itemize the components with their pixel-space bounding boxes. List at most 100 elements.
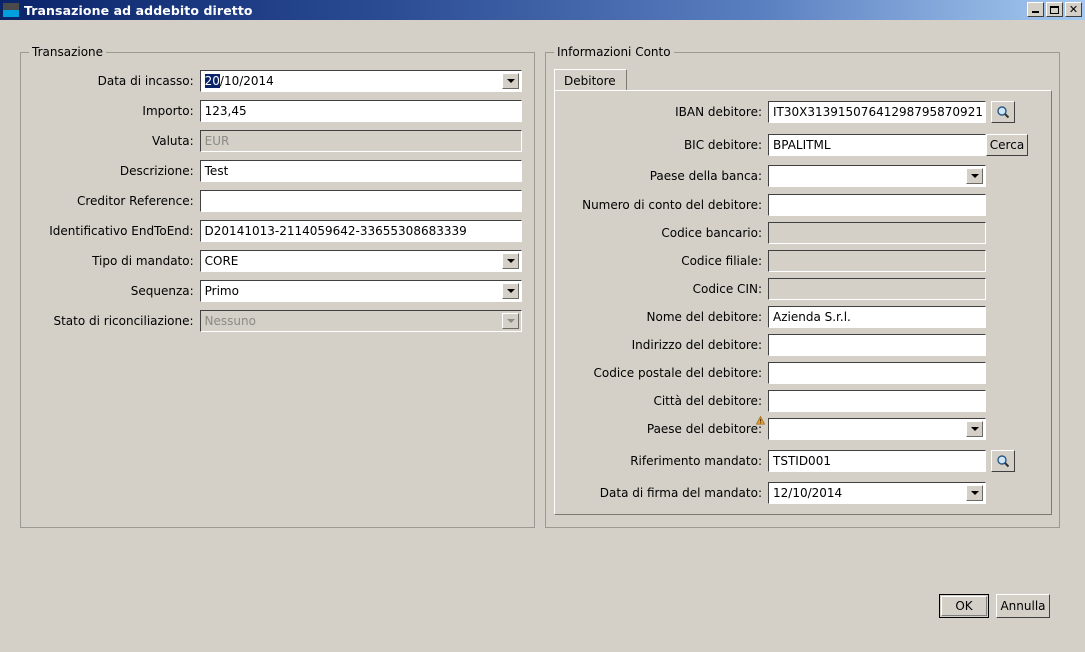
input-identificativo-endtoend[interactable]: D20141013-2114059642-33655308683339 — [199, 220, 522, 242]
input-sequenza[interactable]: Primo — [199, 280, 522, 302]
label-numero-di-conto: Numero di conto del debitore: — [582, 198, 762, 212]
close-button[interactable]: ✕ — [1065, 2, 1082, 17]
chevron-down-icon[interactable] — [502, 283, 519, 299]
label-tipo-di-mandato: Tipo di mandato: — [92, 254, 194, 268]
row-nome-del-debitore: Nome del debitore: Azienda S.r.l. — [556, 306, 986, 328]
label-codice-postale: Codice postale del debitore: — [593, 366, 762, 380]
window-titlebar[interactable]: Transazione ad addebito diretto ✕ — [0, 0, 1085, 20]
cancel-button[interactable]: Annulla — [996, 594, 1050, 618]
input-data-di-firma[interactable]: 12/10/2014 — [768, 482, 986, 504]
input-numero-di-conto[interactable] — [768, 194, 986, 216]
input-tipo-di-mandato-text: CORE — [204, 254, 239, 268]
label-citta-del-debitore: Città del debitore: — [653, 394, 762, 408]
row-bic-debitore: BIC debitore: BPALITML — [556, 134, 986, 156]
row-codice-postale: Codice postale del debitore: — [546, 362, 986, 384]
input-codice-cin — [768, 278, 986, 300]
tabstrip: Debitore — [554, 69, 1052, 91]
row-riferimento-mandato: Riferimento mandato: TSTID001 — [556, 450, 986, 472]
transazione-panel-legend: Transazione — [29, 45, 107, 59]
warning-icon — [756, 416, 765, 425]
input-codice-bancario — [768, 222, 986, 244]
row-citta-del-debitore: Città del debitore: — [556, 390, 986, 412]
label-descrizione: Descrizione: — [119, 164, 194, 178]
label-indirizzo-del-debitore: Indirizzo del debitore: — [631, 338, 762, 352]
minimize-button[interactable] — [1027, 2, 1044, 17]
label-bic-debitore: BIC debitore: — [683, 138, 762, 152]
row-valuta: Valuta: EUR — [30, 130, 522, 152]
input-tipo-di-mandato[interactable]: CORE — [199, 250, 522, 272]
input-creditor-reference[interactable] — [199, 190, 522, 212]
label-paese-della-banca: Paese della banca: — [649, 169, 762, 183]
input-sequenza-text: Primo — [204, 284, 239, 298]
label-identificativo-endtoend: Identificativo EndToEnd: — [49, 224, 194, 238]
input-bic-debitore[interactable]: BPALITML — [768, 134, 986, 156]
row-creditor-reference: Creditor Reference: — [30, 190, 522, 212]
tab-debitore[interactable]: Debitore — [554, 69, 627, 91]
label-riferimento-mandato: Riferimento mandato: — [630, 454, 762, 468]
row-descrizione: Descrizione: Test — [30, 160, 522, 182]
label-valuta: Valuta: — [151, 134, 194, 148]
label-sequenza: Sequenza: — [130, 284, 194, 298]
input-paese-della-banca-text — [769, 166, 966, 186]
row-importo: Importo: 123,45 — [30, 100, 522, 122]
label-codice-bancario: Codice bancario: — [661, 226, 762, 240]
input-stato-di-riconciliazione-text: Nessuno — [204, 314, 256, 328]
input-citta-del-debitore[interactable] — [768, 390, 986, 412]
informazioni-conto-panel-legend: Informazioni Conto — [554, 45, 674, 59]
row-sequenza: Sequenza: Primo — [30, 280, 522, 302]
ok-button-label: OK — [941, 596, 987, 616]
input-descrizione[interactable]: Test — [199, 160, 522, 182]
row-data-di-incasso: Data di incasso: 20/10/2014 — [30, 70, 522, 92]
input-stato-di-riconciliazione: Nessuno — [199, 310, 522, 332]
label-data-di-firma: Data di firma del mandato: — [599, 486, 762, 500]
input-data-di-firma-text: 12/10/2014 — [773, 486, 843, 500]
row-identificativo-endtoend: Identificativo EndToEnd: D20141013-21140… — [12, 220, 522, 242]
input-valuta: EUR — [199, 130, 522, 152]
search-icon — [997, 106, 1010, 119]
row-codice-cin: Codice CIN: — [556, 278, 986, 300]
mandato-search-button[interactable] — [991, 450, 1015, 472]
row-indirizzo-del-debitore: Indirizzo del debitore: — [556, 334, 986, 356]
chevron-down-icon[interactable] — [966, 421, 983, 437]
data-di-incasso-rest: /10/2014 — [219, 74, 274, 88]
input-paese-del-debitore[interactable] — [768, 418, 986, 440]
label-importo: Importo: — [142, 104, 194, 118]
input-importo[interactable]: 123,45 — [199, 100, 522, 122]
label-paese-del-debitore: Paese del debitore: — [646, 422, 762, 436]
maximize-button[interactable] — [1046, 2, 1063, 17]
chevron-down-icon[interactable] — [966, 485, 983, 501]
input-riferimento-mandato[interactable]: TSTID001 — [768, 450, 986, 472]
label-creditor-reference: Creditor Reference: — [76, 194, 194, 208]
row-numero-di-conto: Numero di conto del debitore: — [546, 194, 986, 216]
window-controls: ✕ — [1027, 2, 1082, 17]
input-iban-debitore[interactable]: IT30X31391507641298795870921 — [768, 101, 986, 123]
input-paese-della-banca[interactable] — [768, 165, 986, 187]
row-tipo-di-mandato: Tipo di mandato: CORE — [30, 250, 522, 272]
input-data-di-incasso[interactable]: 20/10/2014 — [199, 70, 522, 92]
chevron-down-icon[interactable] — [502, 73, 519, 89]
data-di-incasso-selection: 20 — [204, 74, 220, 88]
label-iban-debitore: IBAN debitore: — [675, 105, 762, 119]
input-nome-del-debitore[interactable]: Azienda S.r.l. — [768, 306, 986, 328]
input-data-di-incasso-text: 20/10/2014 — [201, 71, 502, 91]
app-icon — [3, 3, 19, 17]
chevron-down-icon[interactable] — [502, 253, 519, 269]
iban-search-button[interactable] — [991, 101, 1015, 123]
input-indirizzo-del-debitore[interactable] — [768, 334, 986, 356]
input-codice-filiale — [768, 250, 986, 272]
row-paese-della-banca: Paese della banca: — [556, 165, 986, 187]
ok-button[interactable]: OK — [939, 594, 989, 618]
row-stato-di-riconciliazione: Stato di riconciliazione: Nessuno — [12, 310, 522, 332]
bic-cerca-button[interactable]: Cerca — [986, 134, 1028, 156]
label-codice-filiale: Codice filiale: — [681, 254, 762, 268]
label-data-di-incasso: Data di incasso: — [97, 74, 194, 88]
input-paese-del-debitore-text — [769, 419, 966, 439]
row-iban-debitore: IBAN debitore: IT30X31391507641298795870… — [556, 101, 986, 123]
row-codice-bancario: Codice bancario: — [556, 222, 986, 244]
label-codice-cin: Codice CIN: — [692, 282, 762, 296]
input-codice-postale[interactable] — [768, 362, 986, 384]
chevron-down-icon[interactable] — [966, 168, 983, 184]
row-paese-del-debitore: Paese del debitore: — [556, 418, 986, 440]
row-codice-filiale: Codice filiale: — [556, 250, 986, 272]
search-icon — [997, 455, 1010, 468]
